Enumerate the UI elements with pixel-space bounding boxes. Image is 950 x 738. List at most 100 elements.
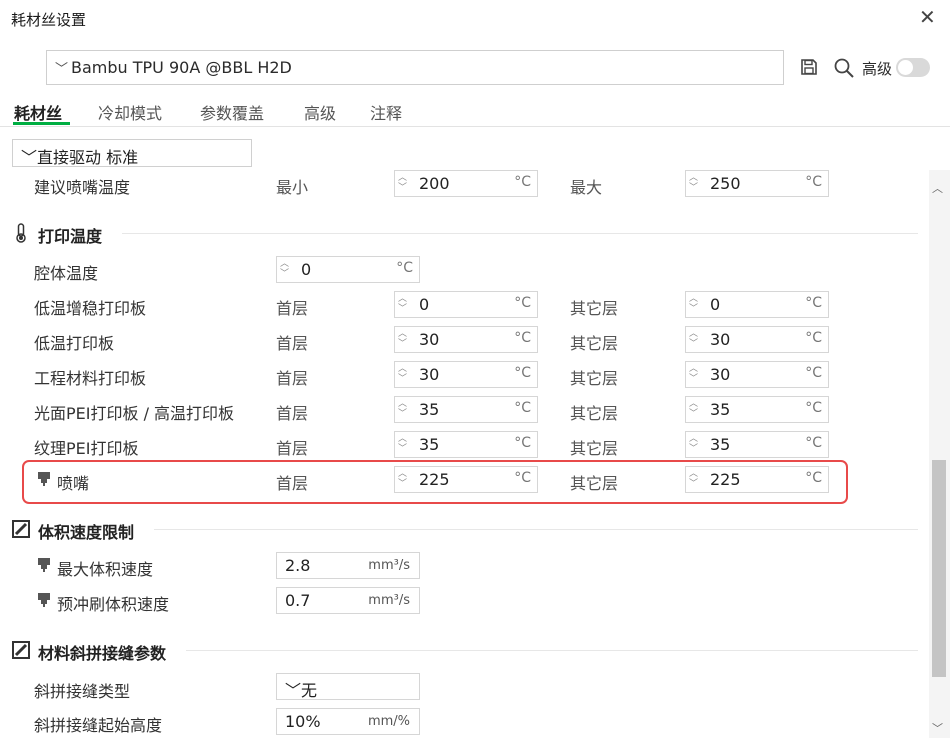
stepper-icon[interactable]: ︿ ﹀	[398, 364, 407, 384]
nozzle-other-layer-input[interactable]: ︿ ﹀ 225 °C	[685, 466, 829, 493]
input-value: 30	[710, 330, 731, 349]
chamber-temp-label: 腔体温度	[34, 264, 99, 283]
scroll-down-icon[interactable]: ﹀	[932, 720, 943, 736]
unit-label: °C	[805, 470, 822, 486]
first-layer-label: 首层	[276, 439, 309, 458]
unit-label: mm³/s	[368, 558, 410, 573]
unit-label: °C	[805, 330, 822, 346]
stepper-icon[interactable]: ︿ ﹀	[398, 469, 407, 489]
tab-filament[interactable]: 耗材丝	[14, 100, 62, 124]
input-value: 225	[419, 470, 450, 489]
unit-label: mm³/s	[368, 593, 410, 608]
input-value: 35	[710, 400, 731, 419]
input-value: 30	[710, 365, 731, 384]
stepper-icon[interactable]: ︿ ﹀	[689, 434, 698, 454]
stepper-icon[interactable]: ︿ ﹀	[689, 469, 698, 489]
input-value: 30	[419, 330, 440, 349]
unit-label: °C	[805, 400, 822, 416]
input-value: 30	[419, 365, 440, 384]
max-volumetric-input[interactable]: 2.8 mm³/s	[276, 552, 420, 579]
other-layer-label: 其它层	[570, 299, 619, 318]
input-value: 0	[301, 260, 312, 279]
section-divider	[122, 233, 918, 234]
input-value: 0	[710, 295, 721, 314]
unit-label: °C	[514, 400, 531, 416]
nozzle-first-layer-input[interactable]: ︿ ﹀ 225 °C	[394, 466, 538, 493]
other-layer-input[interactable]: ︿ ﹀ 35 °C	[685, 396, 829, 423]
close-icon[interactable]: ✕	[919, 7, 936, 27]
tabs-divider	[0, 126, 950, 127]
volumetric-title: 体积速度限制	[38, 523, 135, 542]
section-divider	[154, 529, 918, 530]
stepper-icon[interactable]: ︿ ﹀	[398, 294, 407, 314]
first-layer-input[interactable]: ︿ ﹀ 35 °C	[394, 396, 538, 423]
stepper-icon[interactable]: ︿ ﹀	[689, 294, 698, 314]
suggest-max-input[interactable]: ︿ ﹀ 250 °C	[685, 170, 829, 197]
stepper-icon[interactable]: ︿ ﹀	[689, 399, 698, 419]
other-layer-label: 其它层	[570, 334, 619, 353]
unit-label: °C	[805, 435, 822, 451]
tab-notes[interactable]: 注释	[370, 100, 402, 124]
scarf-start-label: 斜拼接缝起始高度	[34, 716, 163, 735]
search-icon[interactable]	[833, 57, 855, 79]
window-title: 耗材丝设置	[11, 11, 87, 29]
section-icon	[12, 641, 30, 659]
scarf-start-input[interactable]: 10% mm/%	[276, 708, 420, 735]
first-layer-label: 首层	[276, 369, 309, 388]
prime-volumetric-input[interactable]: 0.7 mm³/s	[276, 587, 420, 614]
stepper-icon[interactable]: ︿ ﹀	[398, 434, 407, 454]
variant-value: ﹀直接驱动 标准	[21, 144, 138, 168]
min-label: 最小	[276, 178, 309, 197]
section-divider	[186, 650, 918, 651]
stepper-icon[interactable]: ︿ ﹀	[689, 364, 698, 384]
other-layer-label: 其它层	[570, 474, 619, 493]
chevron-down-icon: ﹀	[21, 148, 38, 167]
unit-label: °C	[805, 174, 822, 190]
advanced-label: 高级	[862, 60, 893, 78]
suggest-min-input[interactable]: ︿ ﹀ 200 °C	[394, 170, 538, 197]
tab-advanced[interactable]: 高级	[304, 100, 336, 124]
stepper-icon[interactable]: ︿ ﹀	[689, 329, 698, 349]
dropdown-value: ﹀无	[285, 677, 317, 701]
scroll-up-icon[interactable]: ︿	[932, 180, 943, 196]
suggest-nozzle-label: 建议喷嘴温度	[34, 178, 131, 197]
thermometer-icon	[16, 223, 26, 243]
stepper-icon[interactable]: ︿ ﹀	[689, 173, 698, 193]
other-layer-input[interactable]: ︿ ﹀ 0 °C	[685, 291, 829, 318]
first-layer-input[interactable]: ︿ ﹀ 35 °C	[394, 431, 538, 458]
first-layer-input[interactable]: ︿ ﹀ 30 °C	[394, 361, 538, 388]
input-value: 35	[419, 435, 440, 454]
unit-label: °C	[514, 470, 531, 486]
scarf-type-dropdown[interactable]: ﹀无	[276, 673, 420, 700]
chamber-temp-input[interactable]: ︿ ﹀ 0 °C	[276, 256, 420, 283]
tab-overrides[interactable]: 参数覆盖	[200, 100, 264, 124]
other-layer-label: 其它层	[570, 369, 619, 388]
unit-label: °C	[805, 365, 822, 381]
first-layer-input[interactable]: ︿ ﹀ 0 °C	[394, 291, 538, 318]
unit-label: °C	[514, 174, 531, 190]
stepper-icon[interactable]: ︿ ﹀	[398, 329, 407, 349]
first-layer-input[interactable]: ︿ ﹀ 30 °C	[394, 326, 538, 353]
input-value: 225	[710, 470, 741, 489]
stepper-icon[interactable]: ︿ ﹀	[398, 399, 407, 419]
other-layer-input[interactable]: ︿ ﹀ 30 °C	[685, 361, 829, 388]
plate-label: 工程材料打印板	[34, 369, 147, 388]
nozzle-label: 喷嘴	[57, 474, 90, 493]
input-value: 10%	[285, 712, 321, 731]
nozzle-icon	[38, 558, 50, 572]
first-layer-label: 首层	[276, 334, 309, 353]
unit-label: °C	[514, 330, 531, 346]
stepper-icon[interactable]: ︿ ﹀	[398, 173, 407, 193]
scrollbar-thumb[interactable]	[932, 460, 946, 677]
tab-cooling[interactable]: 冷却模式	[98, 100, 162, 124]
input-value: 0	[419, 295, 430, 314]
input-value: 2.8	[285, 556, 311, 575]
stepper-icon[interactable]: ︿ ﹀	[280, 259, 289, 279]
unit-label: °C	[514, 295, 531, 311]
save-icon[interactable]	[800, 58, 818, 76]
advanced-toggle[interactable]	[896, 58, 930, 77]
scarf-type-value: 无	[301, 681, 318, 700]
other-layer-input[interactable]: ︿ ﹀ 35 °C	[685, 431, 829, 458]
other-layer-input[interactable]: ︿ ﹀ 30 °C	[685, 326, 829, 353]
max-label: 最大	[570, 178, 603, 197]
